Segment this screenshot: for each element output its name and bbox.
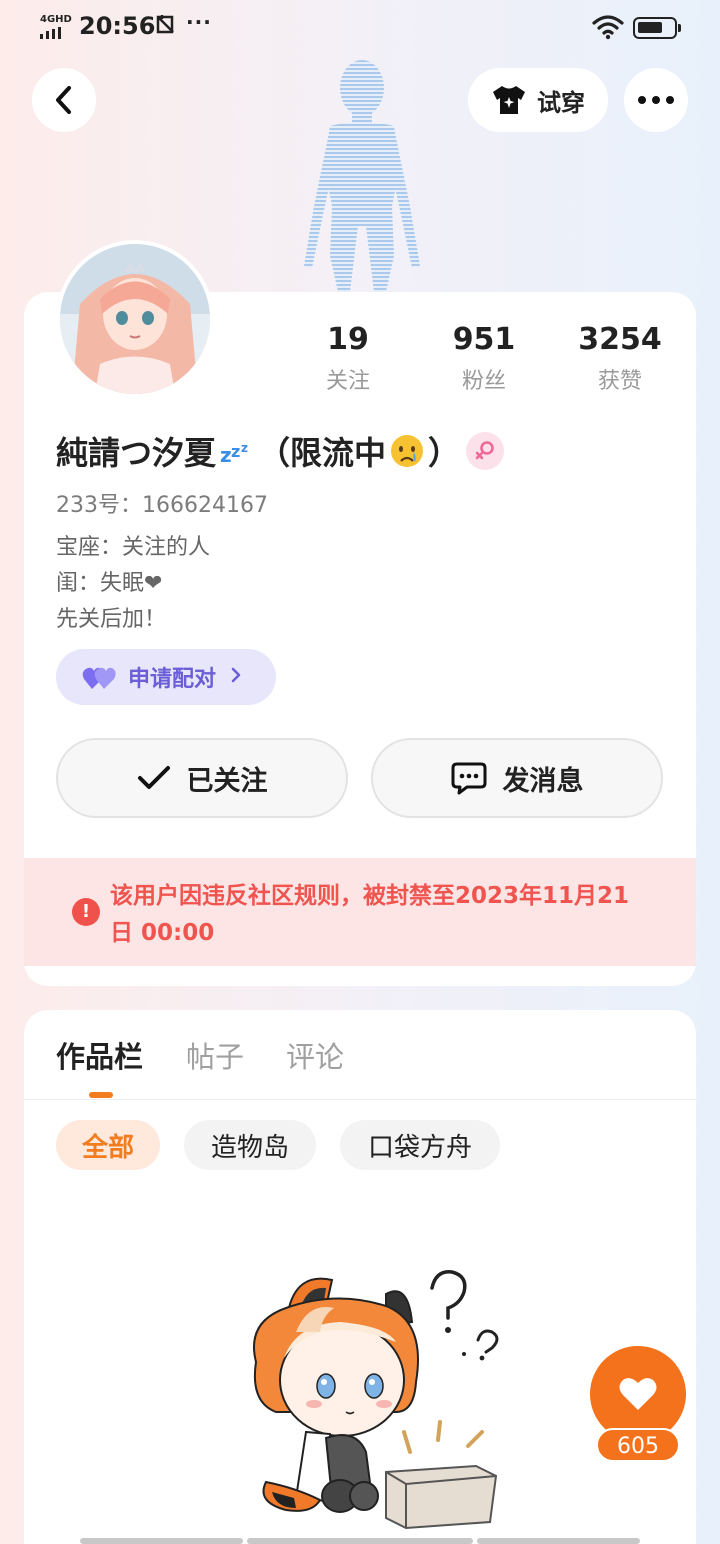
back-button[interactable] bbox=[32, 68, 96, 132]
stat-value: 951 bbox=[452, 322, 516, 357]
stat-followers[interactable]: 951 粉丝 bbox=[424, 322, 544, 395]
stat-label: 关注 bbox=[325, 369, 370, 394]
clock: 20:56 bbox=[79, 12, 156, 40]
apply-pair-button[interactable]: 申请配对 bbox=[56, 649, 276, 705]
avatar-hologram bbox=[296, 56, 426, 296]
female-icon bbox=[466, 432, 504, 470]
user-name-text: 純請つ汐夏 bbox=[56, 434, 217, 472]
user-name-status: （限流中 bbox=[258, 434, 387, 472]
chevron-left-icon bbox=[56, 86, 71, 114]
stat-label: 获赞 bbox=[597, 369, 642, 394]
bio-line: 闺：失眠❤ bbox=[56, 571, 163, 596]
filter-chip-creation-island[interactable]: 造物岛 bbox=[184, 1120, 316, 1170]
stat-likes[interactable]: 3254 获赞 bbox=[560, 322, 680, 395]
user-name: 純請つ汐夏 zzz （限流中 ） bbox=[56, 428, 460, 474]
empty-state-illustration bbox=[236, 1262, 516, 1532]
tab-works[interactable]: 作品栏 bbox=[56, 1034, 143, 1076]
svg-text:z: z bbox=[220, 443, 232, 467]
double-heart-icon bbox=[82, 667, 116, 689]
more-button[interactable] bbox=[624, 68, 688, 132]
user-name-close: ） bbox=[428, 434, 461, 472]
try-on-button[interactable]: 试穿 bbox=[468, 68, 608, 132]
notification-icon bbox=[156, 14, 176, 41]
avatar[interactable] bbox=[56, 240, 214, 398]
try-on-label: 试穿 bbox=[537, 88, 585, 117]
network-type: 4GHD bbox=[40, 14, 72, 25]
tab-posts[interactable]: 帖子 bbox=[186, 1034, 244, 1076]
follow-button[interactable]: 已关注 bbox=[56, 738, 348, 818]
filter-chip-all[interactable]: 全部 bbox=[56, 1120, 160, 1170]
apply-pair-label: 申请配对 bbox=[128, 667, 217, 692]
warning-icon: ! bbox=[72, 898, 100, 926]
stat-value: 3254 bbox=[578, 322, 662, 357]
tab-comments[interactable]: 评论 bbox=[286, 1034, 344, 1076]
filter-chip-pocket-ark[interactable]: 口袋方舟 bbox=[340, 1120, 500, 1170]
chevron-right-icon bbox=[230, 665, 242, 690]
scroll-indicator bbox=[247, 1538, 473, 1544]
bio-line: 宝座：关注的人 bbox=[56, 535, 211, 560]
battery-icon bbox=[633, 17, 681, 39]
svg-text:z: z bbox=[231, 442, 240, 461]
zzz-emoji-icon: zzz bbox=[218, 432, 256, 470]
send-message-label: 发消息 bbox=[502, 765, 584, 797]
tab-indicator bbox=[89, 1092, 113, 1098]
shirt-icon bbox=[493, 86, 525, 114]
scroll-indicator bbox=[80, 1538, 243, 1544]
follow-label: 已关注 bbox=[186, 765, 268, 797]
heart-icon bbox=[619, 1378, 657, 1410]
overflow-indicator: ··· bbox=[186, 10, 212, 34]
ban-notice-text: 该用户因违反社区规则，被封禁至2023年11月21日 00:00 bbox=[110, 883, 630, 946]
more-dots-icon bbox=[638, 96, 674, 104]
scroll-indicator bbox=[477, 1538, 640, 1544]
checkmark-icon bbox=[137, 766, 170, 789]
status-bar: 4GHD 20:56 ··· bbox=[0, 0, 720, 56]
user-id: 233号：166624167 bbox=[56, 493, 268, 518]
ban-notice: ! 该用户因违反社区规则，被封禁至2023年11月21日 00:00 bbox=[24, 858, 696, 966]
chat-bubble-icon bbox=[451, 762, 486, 795]
send-message-button[interactable]: 发消息 bbox=[371, 738, 663, 818]
wifi-icon bbox=[592, 14, 624, 40]
svg-text:z: z bbox=[241, 441, 248, 455]
stat-label: 粉丝 bbox=[461, 369, 506, 394]
stat-following[interactable]: 19 关注 bbox=[288, 322, 408, 395]
crying-face-emoji-icon bbox=[388, 432, 426, 470]
divider bbox=[24, 1099, 696, 1100]
stat-value: 19 bbox=[327, 322, 369, 357]
user-bio: 宝座：关注的人 闺：失眠❤ 先关后加！ bbox=[56, 530, 210, 638]
bio-line: 先关后加！ bbox=[56, 607, 167, 632]
like-count-badge: 605 bbox=[596, 1428, 680, 1462]
cellular-signal-icon: 4GHD bbox=[40, 14, 72, 40]
